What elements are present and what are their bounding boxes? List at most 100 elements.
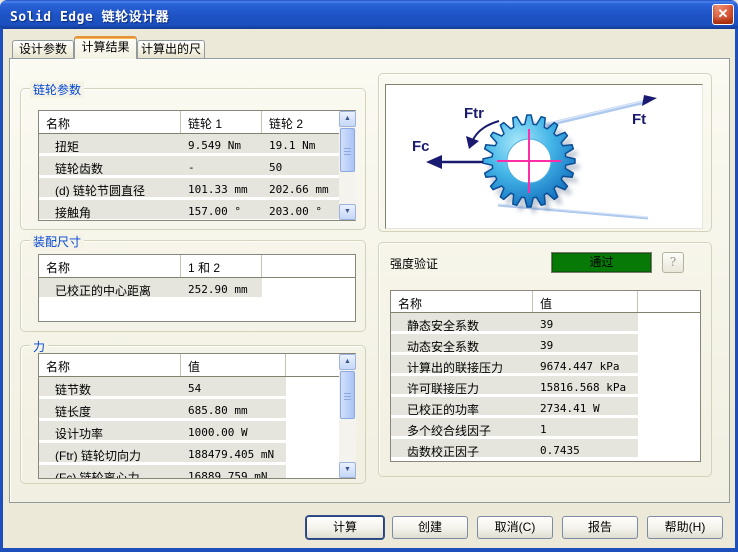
- table-row[interactable]: (Ftr) 链轮切向力188479.405 mN: [39, 443, 355, 465]
- groupbox-sprocket-params-title: 链轮参数: [30, 81, 84, 98]
- cell-name: 链长度: [39, 399, 181, 421]
- tab-calc-dimensions[interactable]: 计算出的尺寸: [137, 40, 205, 58]
- help-button[interactable]: 帮助(H): [647, 516, 723, 539]
- column-header: 名称: [39, 255, 181, 277]
- tab-calc-results[interactable]: 计算结果: [74, 36, 137, 59]
- column-header: 名称: [391, 291, 533, 312]
- table-row[interactable]: 计算出的联接压力9674.447 kPa: [391, 355, 700, 376]
- column-header: 链轮 1: [181, 111, 262, 133]
- cell-value: 50: [262, 156, 340, 178]
- ftr-label: Ftr: [464, 105, 484, 122]
- sprocket-params-scrollbar[interactable]: ▲ ▼: [339, 111, 356, 220]
- cell-value: 0.7435: [533, 439, 638, 460]
- table-row[interactable]: 接触角157.00 °203.00 °: [39, 200, 355, 221]
- cell-value: [286, 443, 338, 465]
- cell-name: 接触角: [39, 200, 181, 221]
- cell-value: 1: [533, 418, 638, 439]
- table-row[interactable]: (d) 链轮节圆直径101.33 mm202.66 mm: [39, 178, 355, 200]
- table-row[interactable]: 齿数校正因子0.7435: [391, 439, 700, 460]
- table-row[interactable]: 已校正的功率2734.41 W: [391, 397, 700, 418]
- create-button[interactable]: 创建: [392, 516, 468, 539]
- scroll-up-icon[interactable]: ▲: [339, 354, 356, 370]
- cancel-button[interactable]: 取消(C): [477, 516, 553, 539]
- cell-value: 9674.447 kPa: [533, 355, 638, 376]
- ft-arrowhead: [642, 95, 657, 106]
- forces-scrollbar[interactable]: ▲ ▼: [339, 354, 356, 478]
- table-row[interactable]: 链轮齿数-50: [39, 156, 355, 178]
- table-row[interactable]: 许可联接压力15816.568 kPa: [391, 376, 700, 397]
- fc-label: Fc: [412, 138, 430, 155]
- column-header: 链轮 2: [262, 111, 340, 133]
- cell-value: 203.00 °: [262, 200, 340, 221]
- cell-value: [638, 376, 700, 397]
- cell-value: [262, 300, 355, 322]
- window-border-bottom: [0, 548, 738, 552]
- cell-name: [39, 300, 181, 322]
- fc-arrowhead: [426, 155, 442, 169]
- force-diagram: Ftr Ft Fc: [385, 84, 703, 229]
- table-header-row: 名称值: [39, 354, 355, 377]
- assembly-dims-table: 名称1 和 2已校正的中心距离252.90 mm: [38, 254, 356, 322]
- table-row[interactable]: 设计功率1000.00 W: [39, 421, 355, 443]
- forces-table: 名称值链节数54链长度685.80 mm设计功率1000.00 W(Ftr) 链…: [38, 353, 356, 479]
- scrollbar-thumb[interactable]: [340, 371, 355, 419]
- dialog-window: Solid Edge 链轮设计器 ✕ 设计参数 计算结果 计算出的尺寸 链轮参数…: [0, 0, 738, 552]
- cell-name: 计算出的联接压力: [391, 355, 533, 376]
- cell-value: [638, 439, 700, 460]
- cell-value: 39: [533, 334, 638, 355]
- cell-name: 已校正的中心距离: [39, 278, 181, 300]
- cell-value: [638, 313, 700, 334]
- table-row[interactable]: 已校正的中心距离252.90 mm: [39, 278, 355, 300]
- column-header: [262, 255, 355, 277]
- calculate-button[interactable]: 计算: [306, 516, 384, 539]
- cell-value: [286, 399, 338, 421]
- cell-value: [638, 355, 700, 376]
- report-button[interactable]: 报告: [562, 516, 638, 539]
- cell-value: [638, 397, 700, 418]
- table-row[interactable]: 动态安全系数39: [391, 334, 700, 355]
- cell-name: 齿数校正因子: [391, 439, 533, 460]
- cell-value: 15816.568 kPa: [533, 376, 638, 397]
- ft-label: Ft: [632, 111, 646, 128]
- table-row[interactable]: 链长度685.80 mm: [39, 399, 355, 421]
- cell-name: (Ftr) 链轮切向力: [39, 443, 181, 465]
- cell-value: [638, 334, 700, 355]
- cell-name: [391, 460, 533, 462]
- scrollbar-thumb[interactable]: [340, 128, 355, 172]
- cell-value: 685.80 mm: [181, 399, 286, 421]
- table-row[interactable]: 多个绞合线因子1: [391, 418, 700, 439]
- cell-name: 多个绞合线因子: [391, 418, 533, 439]
- window-title: Solid Edge 链轮设计器: [10, 6, 169, 25]
- table-row[interactable]: 静态安全系数39: [391, 313, 700, 334]
- titlebar[interactable]: Solid Edge 链轮设计器 ✕: [0, 0, 738, 29]
- cell-value: 54: [181, 377, 286, 399]
- cell-value: -: [181, 156, 262, 178]
- cell-name: 链节数: [39, 377, 181, 399]
- help-icon[interactable]: ?: [662, 252, 684, 273]
- table-row[interactable]: [39, 300, 355, 322]
- scroll-down-icon[interactable]: ▼: [339, 462, 356, 478]
- table-row[interactable]: (Fc) 链轮离心力16889.759 mN: [39, 465, 355, 479]
- table-header-row: 名称值: [391, 291, 700, 313]
- cell-name: (d) 链轮节圆直径: [39, 178, 181, 200]
- cell-value: [533, 460, 638, 462]
- cell-name: 已校正的功率: [391, 397, 533, 418]
- column-header: 名称: [39, 354, 181, 376]
- column-header: 名称: [39, 111, 181, 133]
- close-icon[interactable]: ✕: [712, 4, 734, 25]
- table-row[interactable]: [391, 460, 700, 462]
- table-header-row: 名称链轮 1链轮 2: [39, 111, 355, 134]
- scroll-up-icon[interactable]: ▲: [339, 111, 356, 127]
- cell-value: 9.549 Nm: [181, 134, 262, 156]
- cell-value: 1000.00 W: [181, 421, 286, 443]
- cell-value: 188479.405 mN: [181, 443, 286, 465]
- sprocket-params-table: 名称链轮 1链轮 2扭矩9.549 Nm19.1 Nm链轮齿数-50(d) 链轮…: [38, 110, 356, 221]
- tab-design-params[interactable]: 设计参数: [12, 40, 74, 58]
- column-header: 1 和 2: [181, 255, 262, 277]
- scroll-down-icon[interactable]: ▼: [339, 204, 356, 220]
- cell-name: (Fc) 链轮离心力: [39, 465, 181, 479]
- cell-value: 19.1 Nm: [262, 134, 340, 156]
- groupbox-assembly-dims-title: 装配尺寸: [30, 233, 84, 250]
- table-row[interactable]: 链节数54: [39, 377, 355, 399]
- table-row[interactable]: 扭矩9.549 Nm19.1 Nm: [39, 134, 355, 156]
